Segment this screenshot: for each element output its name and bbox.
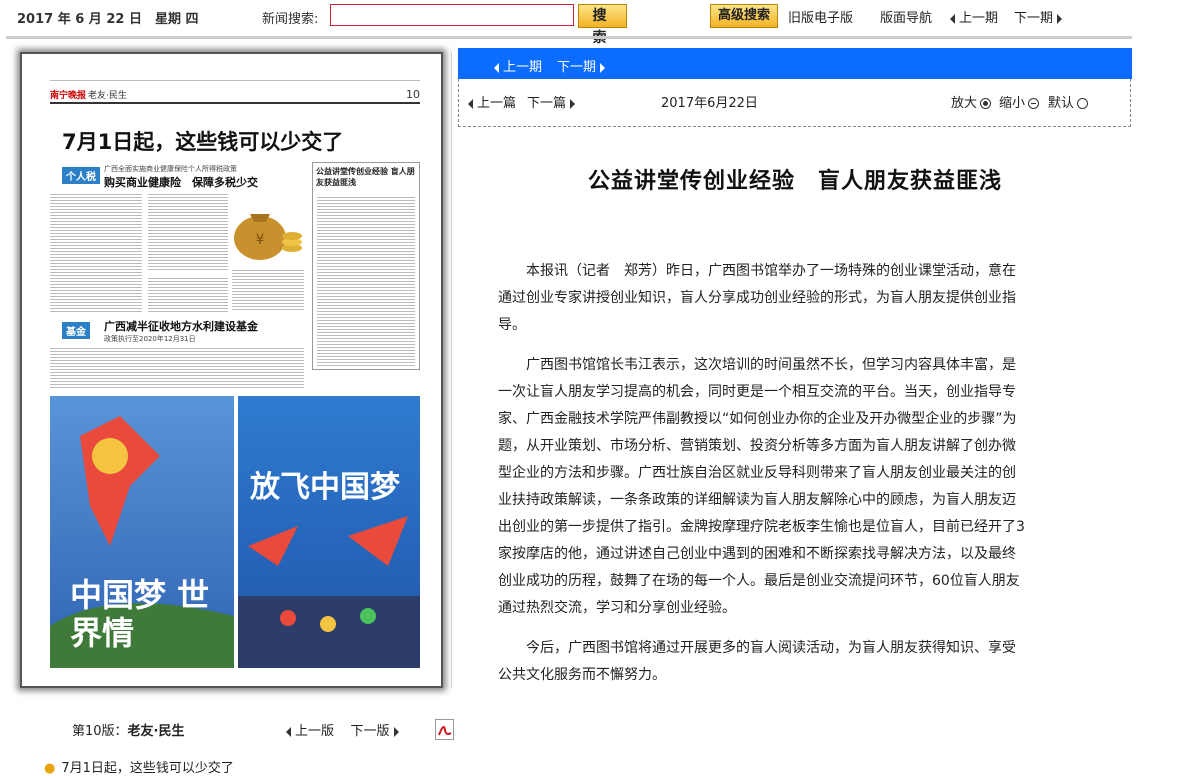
arrow-left-icon: [286, 726, 291, 737]
top-bar: 2017 年 6 月 22 日 星期 四 新闻搜索: 搜 索 高级搜索 旧版电子…: [0, 0, 1132, 46]
top-divider: [6, 36, 1132, 39]
top-prev-issue-label: 上一期: [959, 11, 999, 26]
paper-masthead: 南宁晚报: [50, 91, 87, 101]
poster1-title: 中国梦 世界情: [70, 576, 210, 652]
arrow-left-icon: [468, 98, 473, 109]
money-bag-illustration: ¥: [228, 192, 304, 264]
paper-column-text: [50, 346, 304, 388]
article-paragraph: 本报讯（记者 郑芳）昨日，广西图书馆举办了一场特殊的创业课堂活动，意在通过创业专…: [498, 263, 1016, 333]
zoom-default-button[interactable]: 默认: [1048, 92, 1089, 111]
search-label: 新闻搜索:: [262, 12, 319, 27]
paper-subhead-3: 政策执行至2020年12月31日: [104, 335, 196, 343]
top-next-issue-label: 下一期: [1014, 11, 1054, 26]
page-label-prefix: 第10版：: [72, 724, 128, 739]
prev-article-link[interactable]: 上一篇: [468, 92, 516, 111]
arrow-left-icon: [950, 13, 955, 24]
page-label: 第10版：老友·民生: [72, 720, 185, 739]
paper-section-name: 老友·民生: [88, 91, 127, 101]
paper-tag-tax: 个人税: [62, 167, 100, 184]
svg-text:¥: ¥: [256, 232, 265, 248]
prev-page-label: 上一版: [295, 724, 335, 739]
page-header-rule-top: [50, 78, 420, 82]
next-article-link[interactable]: 下一篇: [527, 92, 576, 111]
page-label-name: 老友·民生: [127, 724, 185, 739]
prev-page-link[interactable]: 上一版: [286, 724, 334, 739]
zoom-default-label: 默认: [1048, 96, 1075, 111]
article-toolbar: 上一篇 下一篇 2017年6月22日 放大 缩小 默认: [458, 79, 1131, 127]
paper-column-text: [50, 192, 142, 312]
blue-next-issue-link[interactable]: 下一期: [557, 56, 606, 75]
article-body: 本报讯（记者 郑芳）昨日，广西图书馆举办了一场特殊的创业课堂活动，意在通过创业专…: [498, 258, 1026, 702]
paper-subhead-1: 广西全面实施商业健康保险个人所得税政策: [104, 165, 237, 173]
paper-column-text: [148, 276, 228, 312]
current-date: 2017 年 6 月 22 日 星期 四: [17, 12, 199, 27]
arrow-left-icon: [494, 62, 499, 73]
prev-article-label: 上一篇: [477, 96, 517, 111]
article-date: 2017年6月22日: [661, 96, 758, 111]
zoom-in-icon: [980, 98, 992, 109]
article-paragraph: 广西图书馆馆长韦江表示，这次培训的时间虽然不长，但学习内容具体丰富，是一次让盲人…: [498, 357, 1025, 616]
zoom-out-button[interactable]: 缩小: [999, 92, 1040, 111]
paper-main-headline: 7月1日起，这些钱可以少交了: [62, 130, 344, 154]
poster-china-dream-world: 中国梦 世界情: [50, 396, 234, 668]
paper-tag-fund: 基金: [62, 322, 90, 339]
newspaper-page-image[interactable]: 南宁晚报 老友·民生 10 7月1日起，这些钱可以少交了 个人税 广西全面实施商…: [20, 52, 443, 688]
blue-next-issue-label: 下一期: [557, 60, 597, 75]
paper-column-text: [317, 195, 415, 367]
arrow-right-icon: [393, 726, 399, 737]
pdf-icon[interactable]: [435, 719, 454, 740]
zoom-out-icon: [1028, 98, 1040, 109]
page-header-rule: [50, 102, 420, 104]
zoom-in-button[interactable]: 放大: [951, 92, 992, 111]
zoom-default-icon: [1077, 98, 1089, 109]
article-title: 公益讲堂传创业经验 盲人朋友获益匪浅: [587, 169, 1002, 194]
advanced-search-button[interactable]: 高级搜索: [710, 4, 778, 28]
arrow-right-icon: [600, 62, 606, 73]
paper-page-number: 10: [406, 88, 420, 101]
blue-prev-issue-label: 上一期: [503, 60, 543, 75]
search-button[interactable]: 搜 索: [578, 4, 627, 46]
zoom-in-label: 放大: [951, 96, 978, 111]
search-input[interactable]: [330, 4, 574, 26]
paper-column-text: [232, 268, 304, 312]
arrow-right-icon: [570, 98, 576, 109]
next-page-link[interactable]: 下一版: [351, 724, 399, 739]
bullet-icon: ●: [44, 761, 56, 776]
article-list: ● 7月1日起，这些钱可以少交了: [44, 757, 234, 776]
blue-prev-issue-link[interactable]: 上一期: [494, 56, 542, 75]
article-list-item[interactable]: 7月1日起，这些钱可以少交了: [61, 761, 234, 776]
arrow-right-icon: [1057, 13, 1063, 24]
paper-column-text: [148, 192, 228, 272]
page-nav: 上一版 下一版: [286, 720, 399, 739]
top-prev-issue-link[interactable]: 上一期: [950, 7, 998, 26]
paper-headline-3: 广西减半征收地方水利建设基金: [104, 320, 258, 333]
zoom-out-label: 缩小: [999, 96, 1026, 111]
next-page-label: 下一版: [350, 724, 390, 739]
old-version-link[interactable]: 旧版电子版: [788, 7, 853, 26]
paper-side-story: 公益讲堂传创业经验 盲人朋友获益匪浅: [312, 162, 420, 370]
left-panel-divider: [451, 52, 452, 688]
paper-headline-2: 购买商业健康险 保障多税少交: [104, 176, 258, 189]
article-paragraph: 今后，广西图书馆将通过开展更多的盲人阅读活动，为盲人朋友获得知识、享受公共文化服…: [498, 640, 1016, 683]
poster-fly-china-dream: 放飞中国梦: [238, 396, 420, 668]
page-nav-link[interactable]: 版面导航: [880, 7, 932, 26]
next-article-label: 下一篇: [527, 96, 567, 111]
top-next-issue-link[interactable]: 下一期: [1014, 7, 1063, 26]
paper-side-headline: 公益讲堂传创业经验 盲人朋友获益匪浅: [316, 167, 415, 187]
issue-nav-bar: 上一期 下一期: [458, 48, 1132, 79]
poster2-title: 放飞中国梦: [250, 470, 400, 505]
